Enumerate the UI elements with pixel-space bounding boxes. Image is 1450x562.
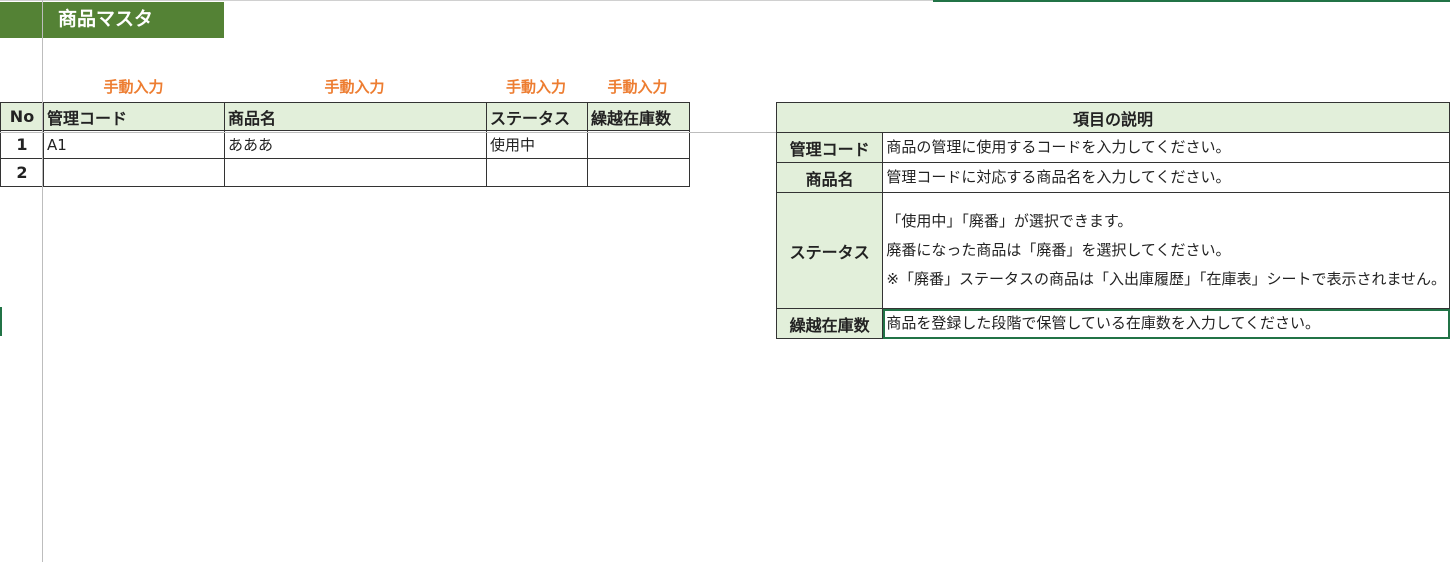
description-row: 管理コード 商品の管理に使用するコードを入力してください。 [775, 132, 1450, 163]
manual-input-label-status: 手動入力 [505, 78, 566, 96]
description-value-selected-cell[interactable]: 商品を登録した段階で保管している在庫数を入力してください。 [882, 308, 1450, 339]
cell-name[interactable]: あああ [224, 130, 487, 159]
cell-code[interactable] [43, 158, 225, 187]
manual-input-label-name: 手動入力 [324, 78, 385, 96]
field-description-table: 項目の説明 管理コード 商品の管理に使用するコードを入力してください。 商品名 … [775, 102, 1450, 339]
table-row: 1 A1 あああ 使用中 [0, 130, 690, 159]
description-line: 廃番になった商品は「廃番」を選択してください。 [886, 241, 1231, 259]
description-row: ステータス 「使用中」「廃番」が選択できます。 廃番になった商品は「廃番」を選択… [775, 192, 1450, 309]
manual-input-label-stock: 手動入力 [607, 78, 668, 96]
description-value[interactable]: 商品の管理に使用するコードを入力してください。 [882, 132, 1450, 163]
description-key[interactable]: 商品名 [775, 162, 884, 193]
cell-status[interactable] [486, 158, 588, 187]
sheet-title: 商品マスタ [58, 8, 154, 30]
freeze-pane-line [0, 132, 776, 133]
header-cell-name[interactable]: 商品名 [224, 102, 487, 131]
header-cell-code[interactable]: 管理コード [43, 102, 225, 131]
manual-input-label-code: 手動入力 [103, 78, 164, 96]
cell-no[interactable]: 2 [0, 158, 44, 187]
description-line: 管理コードに対応する商品名を入力してください。 [886, 168, 1231, 186]
description-title[interactable]: 項目の説明 [776, 102, 1450, 133]
cell-code[interactable]: A1 [43, 130, 225, 159]
description-row: 繰越在庫数 商品を登録した段階で保管している在庫数を入力してください。 [775, 308, 1450, 339]
table-row: 2 [0, 158, 690, 187]
cell-status[interactable]: 使用中 [486, 130, 588, 159]
row-selection-indicator [0, 307, 2, 336]
header-cell-no[interactable]: No [0, 102, 44, 131]
cell-no[interactable]: 1 [0, 130, 44, 159]
header-cell-stock[interactable]: 繰越在庫数 [587, 102, 690, 131]
description-line: ※「廃番」ステータスの商品は「入出庫履歴」「在庫表」シートで表示されません。 [886, 270, 1446, 288]
description-value[interactable]: 管理コードに対応する商品名を入力してください。 [882, 162, 1450, 193]
column-selection-indicator [933, 0, 1450, 2]
description-key[interactable]: 管理コード [775, 132, 884, 163]
description-key[interactable]: ステータス [775, 192, 884, 309]
description-row: 商品名 管理コードに対応する商品名を入力してください。 [775, 162, 1450, 193]
cell-stock[interactable] [587, 130, 690, 159]
description-value[interactable]: 「使用中」「廃番」が選択できます。 廃番になった商品は「廃番」を選択してください… [882, 192, 1450, 309]
table-header-row: No 管理コード 商品名 ステータス 繰越在庫数 [0, 102, 690, 131]
header-cell-status[interactable]: ステータス [486, 102, 588, 131]
product-master-table: No 管理コード 商品名 ステータス 繰越在庫数 1 A1 あああ 使用中 2 [0, 102, 690, 187]
cell-stock[interactable] [587, 158, 690, 187]
cell-name[interactable] [224, 158, 487, 187]
description-line: 商品を登録した段階で保管している在庫数を入力してください。 [886, 314, 1321, 332]
description-key[interactable]: 繰越在庫数 [775, 308, 884, 339]
description-line: 商品の管理に使用するコードを入力してください。 [886, 138, 1231, 156]
freeze-pane-column-line [42, 0, 43, 562]
description-line: 「使用中」「廃番」が選択できます。 [886, 212, 1133, 230]
